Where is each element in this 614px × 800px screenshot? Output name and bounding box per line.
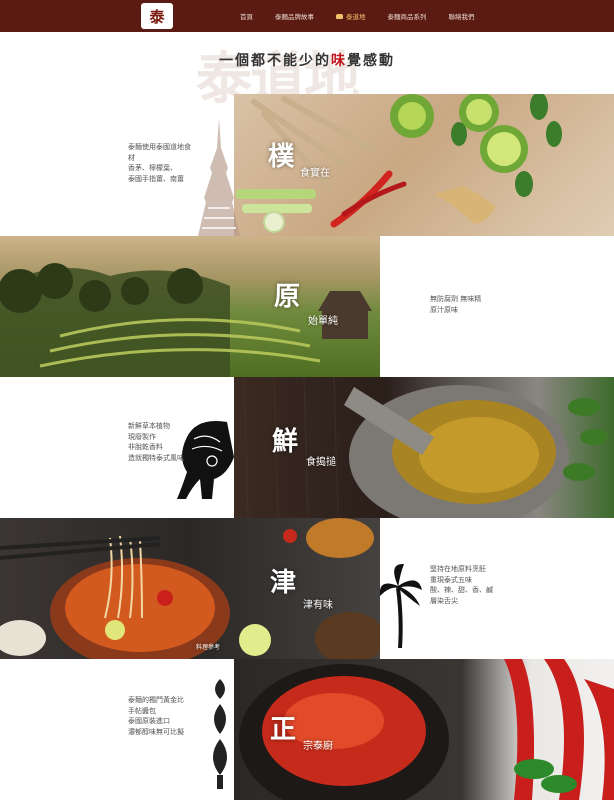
section-subtitle: 津有味 bbox=[303, 600, 333, 611]
nav-item-home[interactable]: 首頁 bbox=[240, 11, 253, 21]
section-big-character: 鮮 bbox=[272, 427, 299, 457]
section-subtitle: 宗泰廚 bbox=[303, 741, 333, 752]
section-description: 新鮮草本植物 現廢製作 非脫乾香料 造就獨特泰式風味 bbox=[128, 422, 184, 462]
section-description: 泰麵使用泰國道地食 材 香茅、檸檬葉、 泰國手指薑、南薑 bbox=[128, 143, 191, 183]
nav-item-contact[interactable]: 聯絡我們 bbox=[449, 11, 475, 21]
brand-logo[interactable]: 泰 bbox=[141, 3, 173, 29]
rice-terrace-photo bbox=[0, 236, 380, 377]
top-nav: 泰 首頁 泰麵品牌故事 泰道地 泰麵商品系列 聯絡我們 bbox=[0, 0, 614, 32]
section-authentic-chef: 泰麵的獨門黃金比 手帖醬包 泰國原裝進口 濃郁醇味無可比擬 正 宗泰廚 bbox=[0, 659, 614, 800]
section-subtitle: 食實在 bbox=[300, 168, 330, 179]
section-big-character: 津 bbox=[270, 568, 297, 598]
page-title: 一個都不能少的味覺感動 bbox=[219, 53, 395, 69]
noodle-dish-photo bbox=[0, 518, 380, 659]
section-big-character: 原 bbox=[274, 282, 301, 312]
main-menu: 首頁 泰麵品牌故事 泰道地 泰麵商品系列 聯絡我們 bbox=[240, 0, 497, 32]
section-simple-ingredients: 泰麵使用泰國道地食 材 香茅、檸檬葉、 泰國手指薑、南薑 樸 食實在 bbox=[0, 94, 614, 236]
ornament-pattern bbox=[213, 679, 227, 789]
section-pure-original: 原 始單純 無防腐劑 無味精 原汁原味 bbox=[0, 236, 614, 377]
temple-silhouette bbox=[198, 118, 240, 236]
section-description: 無防腐劑 無味精 原汁原味 bbox=[430, 295, 482, 314]
reference-caption: 料理參考 bbox=[196, 644, 221, 651]
nav-item-authentic[interactable]: 泰道地 bbox=[336, 11, 366, 21]
section-subtitle: 始單純 bbox=[308, 316, 338, 327]
elephant-icon bbox=[336, 13, 343, 19]
nav-item-brand-story[interactable]: 泰麵品牌故事 bbox=[275, 11, 314, 21]
section-savory-flavor: 料理參考 津 津有味 堅持在地原料烹飪 重現泰式五味 酸、辣、甜、香、鹹 層染舌… bbox=[0, 518, 614, 659]
section-description: 堅持在地原料烹飪 重現泰式五味 酸、辣、甜、香、鹹 層染舌尖 bbox=[430, 565, 493, 605]
hero-banner: 泰道地 一個都不能少的味覺感動 bbox=[0, 32, 614, 112]
section-big-character: 正 bbox=[270, 715, 297, 745]
section-big-character: 樸 bbox=[268, 142, 295, 172]
section-description: 泰麵的獨門黃金比 手帖醬包 泰國原裝進口 濃郁醇味無可比擬 bbox=[128, 696, 184, 736]
section-fresh-pounded: 新鮮草本植物 現廢製作 非脫乾香料 造就獨特泰式風味 鮮 食搗搥 bbox=[0, 377, 614, 518]
section-subtitle: 食搗搥 bbox=[306, 457, 336, 468]
palm-tree-silhouette bbox=[379, 563, 422, 648]
nav-item-products[interactable]: 泰麵商品系列 bbox=[388, 11, 427, 21]
